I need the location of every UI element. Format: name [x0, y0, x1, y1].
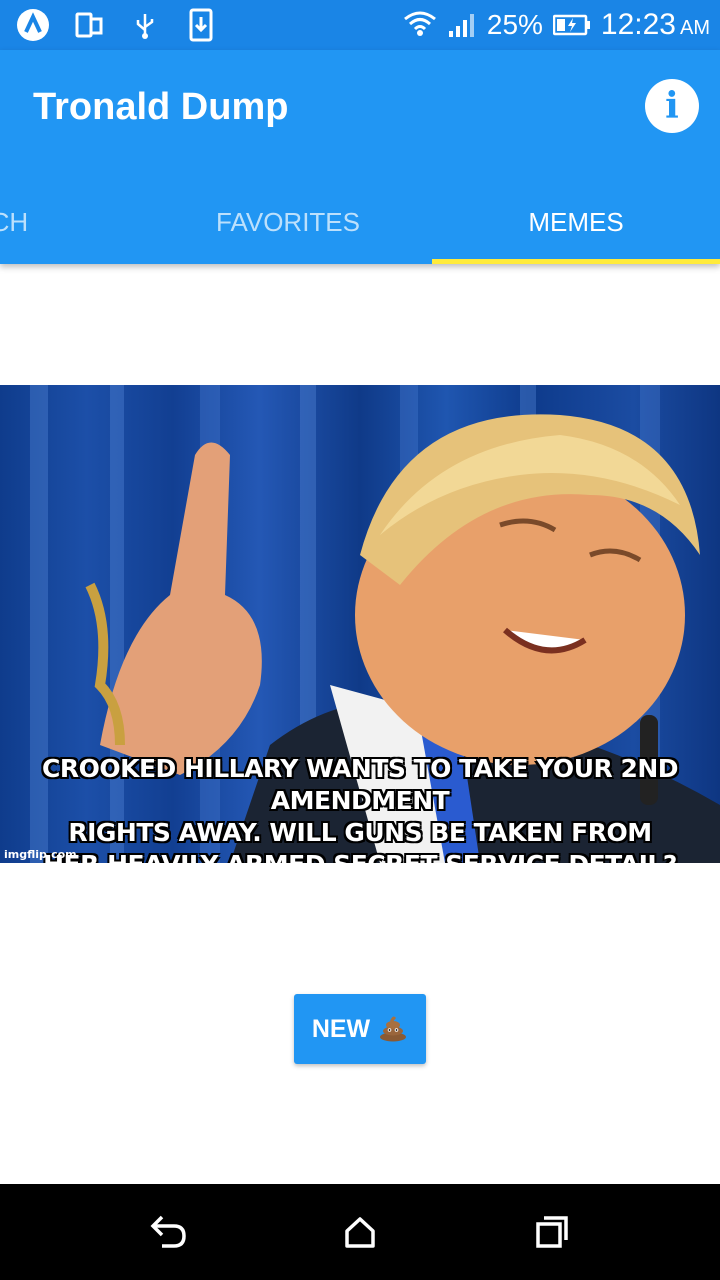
app-bar: Tronald Dump i RCH FAVORITES MEMES — [0, 50, 720, 264]
screen-rotation-icon — [72, 8, 106, 42]
battery-charging-icon — [552, 14, 590, 36]
clock-ampm: AM — [680, 17, 710, 39]
status-left-icons — [16, 8, 218, 42]
back-button[interactable] — [144, 1208, 192, 1256]
status-right: 25% 12:23 AM — [403, 6, 710, 44]
new-meme-button[interactable]: NEW — [294, 994, 426, 1064]
tab-memes[interactable]: MEMES — [432, 180, 720, 264]
new-button-label: NEW — [311, 1014, 371, 1043]
battery-percent: 25% — [486, 9, 543, 40]
clock-time: 12:23 — [600, 8, 676, 41]
app-title: Tronald Dump — [33, 86, 289, 128]
meme-image: CROOKED HILLARY WANTS TO TAKE YOUR 2ND A… — [0, 385, 720, 863]
poop-emoji-icon — [378, 1012, 408, 1047]
info-button[interactable]: i — [645, 79, 699, 133]
meme-caption-line-3: HER HEAVILY ARMED SECRET SERVICE DETAIL?… — [0, 849, 720, 863]
navigation-bar — [0, 1184, 720, 1280]
status-bar: 25% 12:23 AM — [0, 0, 720, 50]
meme-watermark: imgflip.com — [4, 848, 77, 861]
app-notification-icon — [16, 8, 50, 42]
meme-caption-line-1: CROOKED HILLARY WANTS TO TAKE YOUR 2ND A… — [41, 754, 679, 815]
back-icon — [150, 1215, 186, 1248]
download-icon — [184, 8, 218, 42]
meme-caption-line-2: RIGHTS AWAY. WILL GUNS BE TAKEN FROM — [68, 818, 652, 847]
home-icon — [345, 1217, 375, 1248]
tab-search[interactable]: RCH — [0, 180, 144, 264]
tab-indicator — [432, 259, 720, 264]
home-button[interactable] — [336, 1208, 384, 1256]
usb-icon — [128, 8, 162, 42]
clock: 12:23 AM — [601, 8, 710, 42]
meme-caption: CROOKED HILLARY WANTS TO TAKE YOUR 2ND A… — [0, 753, 720, 863]
signal-icon — [448, 14, 474, 37]
tab-bar: RCH FAVORITES MEMES — [0, 180, 720, 264]
recents-button[interactable] — [528, 1208, 576, 1256]
wifi-icon — [403, 11, 436, 36]
tab-favorites[interactable]: FAVORITES — [144, 180, 432, 264]
info-icon: i — [665, 85, 679, 127]
recents-icon — [536, 1216, 568, 1248]
